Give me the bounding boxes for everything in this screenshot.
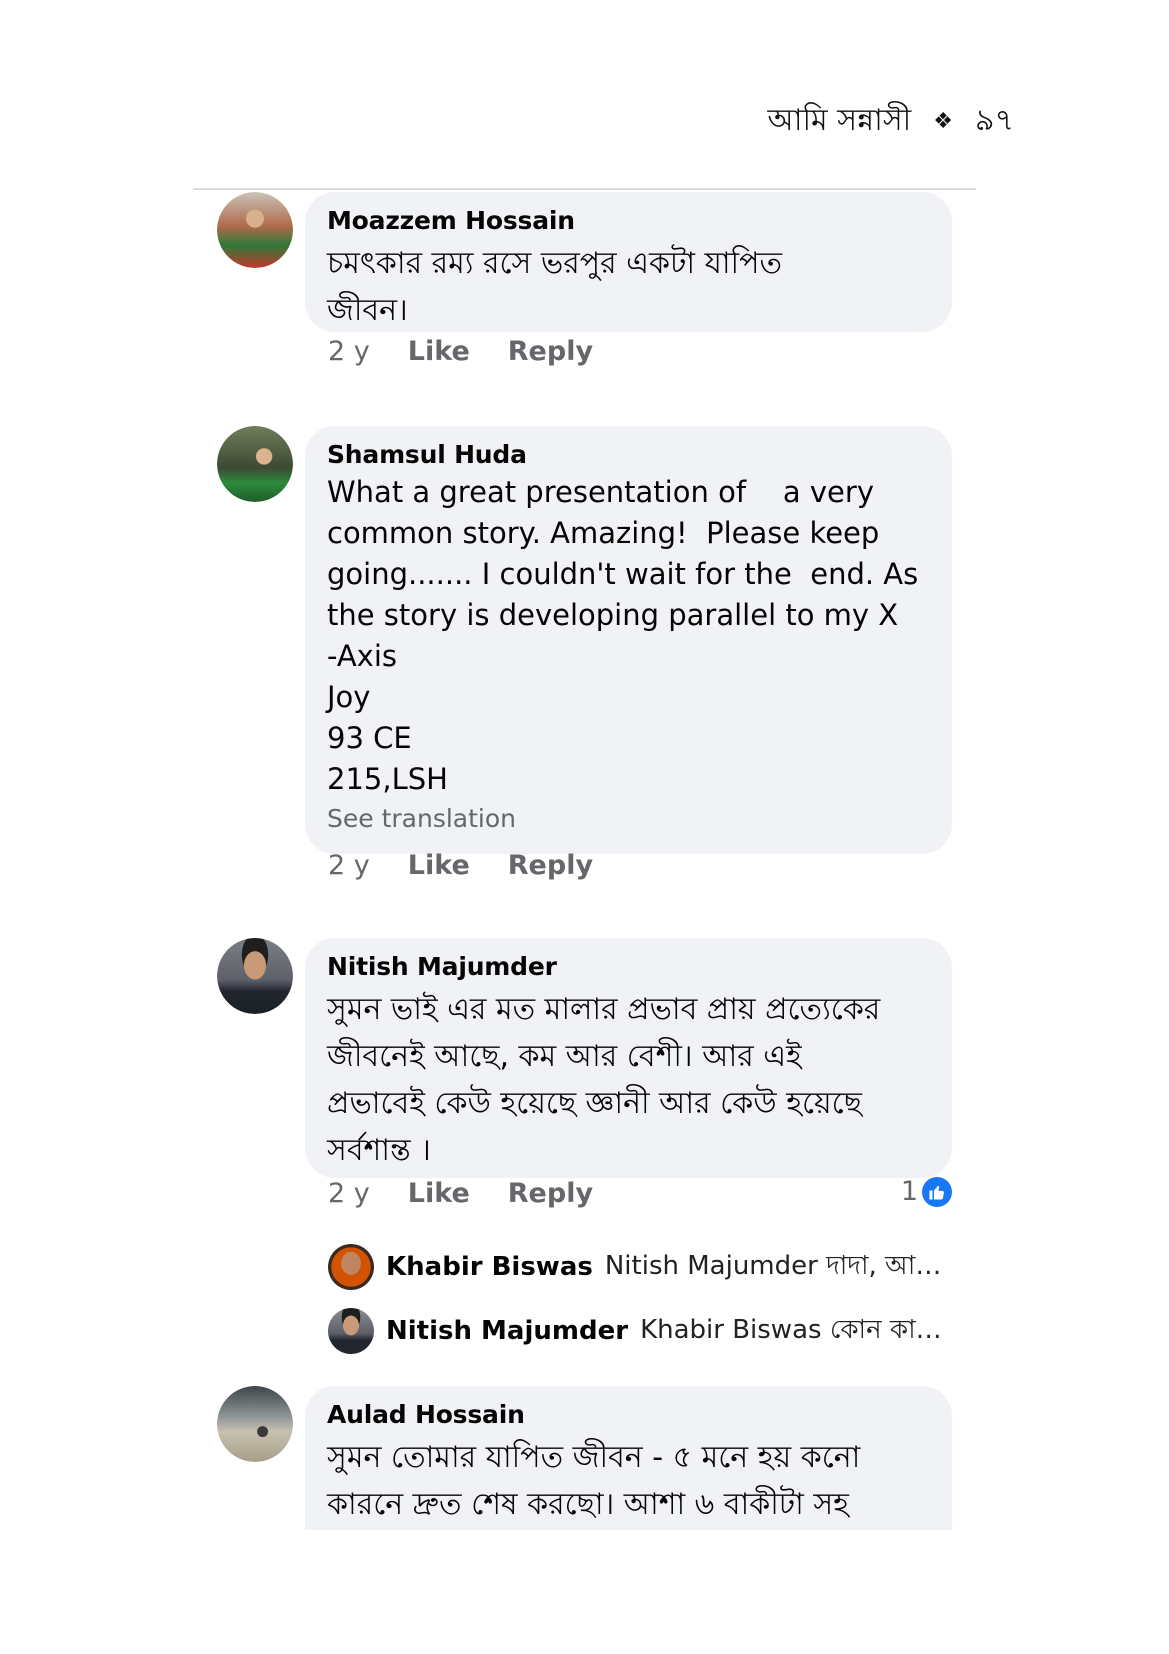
- comment-bubble: Aulad Hossain সুমন তোমার যাপিত জীবন - ৫ …: [305, 1386, 952, 1530]
- comment-bubble: Shamsul Huda What a great presentation o…: [305, 426, 952, 854]
- comment-line: কারনে দ্রুত শেষ করছো। আশা ৬ বাকীটা সহ: [327, 1487, 849, 1522]
- reply-item[interactable]: Khabir Biswas Nitish Majumder দাদা, আপনি…: [328, 1244, 948, 1290]
- comment-actions: 2 y Like Reply: [328, 336, 593, 367]
- book-title: আমি সন্নাসী: [767, 103, 912, 138]
- reply-item[interactable]: Nitish Majumder Khabir Biswas কোন কাতা..…: [328, 1308, 948, 1354]
- ornament-icon: ❖: [933, 109, 954, 134]
- comment-line: জীবনেই আছে, কম আর বেশী। আর এই: [327, 1039, 802, 1074]
- avatar[interactable]: [217, 938, 293, 1014]
- comment-bubble: Moazzem Hossain চমৎকার রম্য রসে ভরপুর এক…: [305, 192, 952, 332]
- comment-time[interactable]: 2 y: [328, 1178, 370, 1209]
- comment-text: What a great presentation of a very comm…: [327, 472, 930, 800]
- like-button[interactable]: Like: [408, 850, 470, 881]
- comment-line: Joy: [327, 680, 371, 714]
- comment-line: going....... I couldn't wait for the end…: [327, 557, 919, 591]
- comment-line: 93 CE: [327, 721, 412, 755]
- comment-line: What a great presentation of a very: [327, 475, 874, 509]
- page-header: আমি সন্নাসী ❖ ৯৭: [767, 96, 1014, 147]
- reply-button[interactable]: Reply: [508, 1178, 593, 1209]
- like-button[interactable]: Like: [408, 336, 470, 367]
- see-translation-link[interactable]: See translation: [327, 802, 930, 836]
- reply-author[interactable]: Khabir Biswas: [386, 1252, 593, 1282]
- comment-line: 215,LSH: [327, 762, 448, 796]
- comment-author[interactable]: Nitish Majumder: [327, 952, 930, 982]
- avatar[interactable]: [217, 426, 293, 502]
- comment-text: সুমন তোমার যাপিত জীবন - ৫ মনে হয় কনো কা…: [327, 1434, 930, 1528]
- comment-time[interactable]: 2 y: [328, 336, 370, 367]
- comment-text: সুমন ভাই এর মত মালার প্রভাব প্রায় প্রত্…: [327, 986, 930, 1174]
- avatar-photo-icon: [217, 192, 293, 268]
- comment-author[interactable]: Shamsul Huda: [327, 440, 930, 470]
- comment-actions: 2 y Like Reply: [328, 850, 593, 881]
- reply-author[interactable]: Nitish Majumder: [386, 1316, 628, 1346]
- like-button[interactable]: Like: [408, 1178, 470, 1209]
- thumbs-up-icon: [922, 1176, 952, 1207]
- comments-screenshot: Moazzem Hossain চমৎকার রম্য রসে ভরপুর এক…: [193, 188, 976, 1530]
- page-number: ৯৭: [975, 103, 1014, 138]
- avatar[interactable]: [217, 1386, 293, 1462]
- avatar-photo-icon: [217, 938, 293, 1014]
- avatar[interactable]: [217, 192, 293, 268]
- comment-actions: 2 y Like Reply: [328, 1178, 593, 1209]
- reaction-summary[interactable]: 1: [901, 1176, 952, 1207]
- reply-button[interactable]: Reply: [508, 336, 593, 367]
- comment-line: -Axis: [327, 639, 397, 673]
- comment-author[interactable]: Aulad Hossain: [327, 1400, 930, 1430]
- reply-text: Nitish Majumder দাদা, আপনি...: [604, 1251, 948, 1281]
- comment-line: সুমন তোমার যাপিত জীবন - ৫ মনে হয় কনো: [327, 1440, 861, 1475]
- reaction-count: 1: [900, 1176, 918, 1207]
- comment-line: জীবন।: [327, 293, 408, 328]
- comment-author[interactable]: Moazzem Hossain: [327, 206, 930, 236]
- avatar-photo-icon: [217, 426, 293, 502]
- comment-line: common story. Amazing! Please keep: [327, 516, 880, 550]
- comment-line: চমৎকার রম্য রসে ভরপুর একটা যাপিত: [327, 246, 783, 281]
- reply-button[interactable]: Reply: [508, 850, 593, 881]
- reply-text: Khabir Biswas কোন কাতা...: [640, 1315, 948, 1345]
- avatar-photo-icon: [217, 1386, 293, 1462]
- comment-bubble: Nitish Majumder সুমন ভাই এর মত মালার প্র…: [305, 938, 952, 1178]
- comment-line: সুমন ভাই এর মত মালার প্রভাব প্রায় প্রত্…: [327, 992, 881, 1027]
- reply-avatar-icon: [328, 1244, 374, 1290]
- reply-avatar-icon: [328, 1308, 374, 1354]
- comment-time[interactable]: 2 y: [328, 850, 370, 881]
- comment-line: প্রভাবেই কেউ হয়েছে জ্ঞানী আর কেউ হয়েছে: [327, 1086, 862, 1121]
- comment-text: চমৎকার রম্য রসে ভরপুর একটা যাপিত জীবন।: [327, 240, 930, 334]
- comment-line: সর্বশান্ত ।: [327, 1133, 431, 1168]
- comment-line: the story is developing parallel to my X: [327, 598, 899, 632]
